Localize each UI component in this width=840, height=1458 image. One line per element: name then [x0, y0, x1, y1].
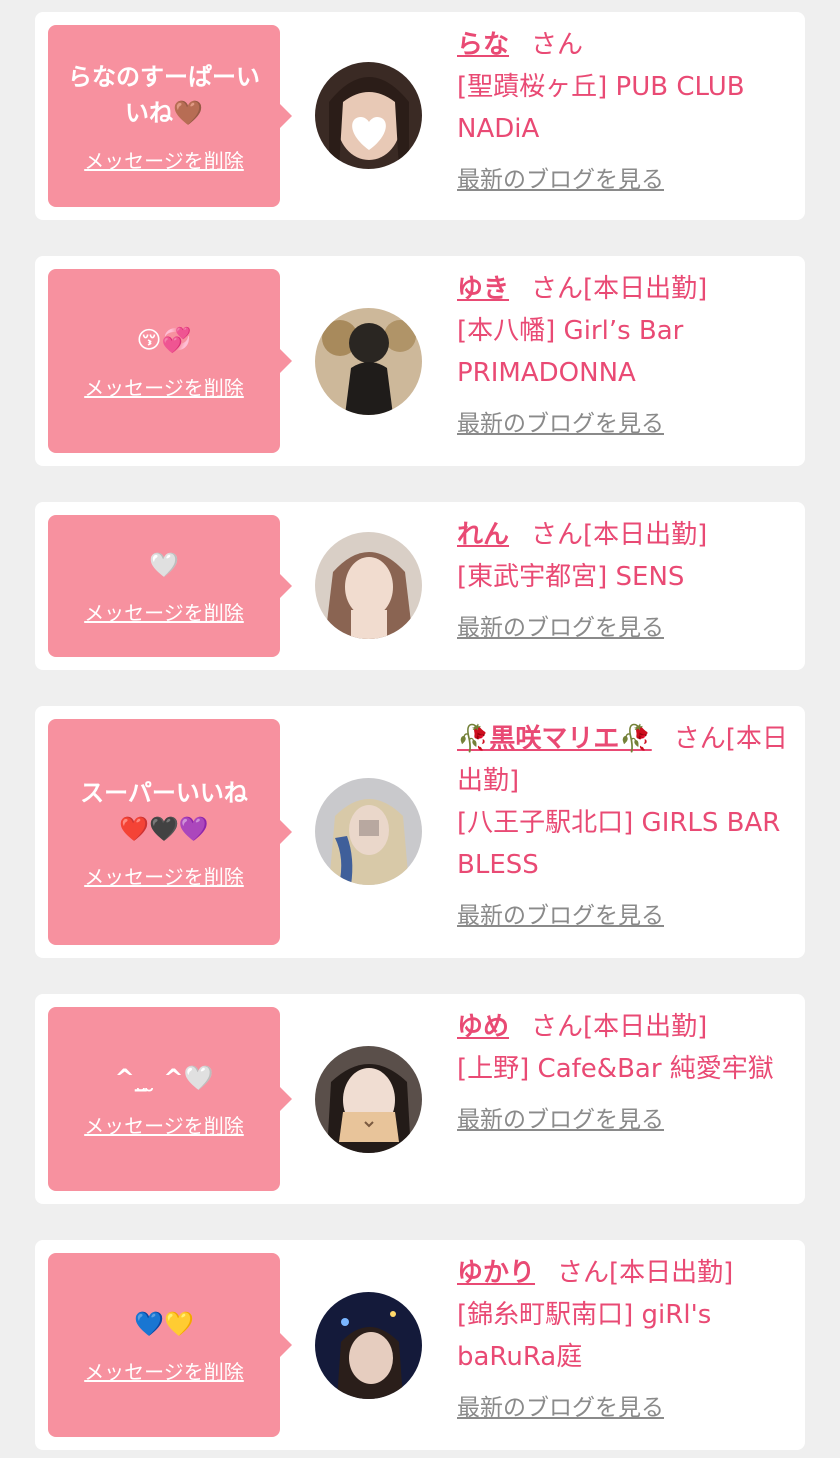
- cast-info: ゆめ さん[本日出勤] [上野] Cafe&Bar 純愛牢獄 最新のブログを見る: [457, 1006, 797, 1134]
- delete-message-link[interactable]: メッセージを削除: [84, 145, 244, 174]
- cast-info: れん さん[本日出勤] [東武宇都宮] SENS 最新のブログを見る: [457, 514, 797, 642]
- message-text: 🤍: [149, 550, 179, 579]
- message-text: スーパーいいね ❤️🖤💜: [80, 778, 248, 843]
- name-suffix: さん: [531, 30, 584, 60]
- latest-blog-link[interactable]: 最新のブログを見る: [457, 608, 664, 642]
- message-text: 😚💞: [136, 325, 192, 354]
- delete-message-link[interactable]: メッセージを削除: [84, 1110, 244, 1139]
- avatar[interactable]: [315, 532, 422, 639]
- name-suffix: さん[本日出勤]: [531, 1012, 708, 1042]
- name-suffix: さん[本日出勤]: [531, 520, 708, 550]
- latest-blog-link[interactable]: 最新のブログを見る: [457, 1388, 664, 1422]
- message-text: らなのすーぱーいいね🤎: [68, 62, 260, 127]
- like-message-list: らなのすーぱーいいね🤎 メッセージを削除 らな さん [聖蹟桜ヶ丘] PUB CL…: [0, 0, 840, 1458]
- like-card: 💙💛 メッセージを削除 ゆかり さん[本日出勤] [錦糸町駅南口] giRl's …: [35, 1240, 805, 1450]
- cast-info: ゆき さん[本日出勤] [本八幡] Girl’s Bar PRIMADONNA 最…: [457, 268, 797, 438]
- cast-info: 🥀黒咲マリエ🥀 さん[本日出勤] [八王子駅北口] GIRLS BAR BLESS…: [457, 718, 797, 930]
- avatar[interactable]: [315, 1046, 422, 1153]
- cast-name-link[interactable]: 🥀黒咲マリエ🥀: [457, 724, 652, 754]
- avatar[interactable]: [315, 308, 422, 415]
- cast-info: らな さん [聖蹟桜ヶ丘] PUB CLUB NADiA 最新のブログを見る: [457, 24, 797, 194]
- name-line: ゆめ さん[本日出勤]: [457, 1006, 797, 1048]
- delete-message-link[interactable]: メッセージを削除: [84, 861, 244, 890]
- message-text: 💙💛: [134, 1309, 194, 1338]
- latest-blog-link[interactable]: 最新のブログを見る: [457, 404, 664, 438]
- name-line: 🥀黒咲マリエ🥀 さん[本日出勤]: [457, 718, 797, 802]
- avatar[interactable]: [315, 1292, 422, 1399]
- message-bubble: ^_̮ ̮ ^🤍 メッセージを削除: [48, 1007, 292, 1191]
- shop-name: [東武宇都宮] SENS: [457, 562, 685, 592]
- name-line: らな さん: [457, 24, 797, 66]
- like-card: ^_̮ ̮ ^🤍 メッセージを削除 ゆめ さん[本日出勤] [上野] Cafe&B…: [35, 994, 805, 1204]
- name-suffix: さん[本日出勤]: [531, 274, 708, 304]
- shop-name: [錦糸町駅南口] giRl's baRuRa庭: [457, 1300, 712, 1372]
- avatar[interactable]: [315, 778, 422, 885]
- message-bubble: 💙💛 メッセージを削除: [48, 1253, 292, 1437]
- delete-message-link[interactable]: メッセージを削除: [84, 1356, 244, 1385]
- name-suffix: さん[本日出勤]: [557, 1258, 734, 1288]
- cast-name-link[interactable]: れん: [457, 520, 509, 550]
- shop-name: [聖蹟桜ヶ丘] PUB CLUB NADiA: [457, 72, 745, 144]
- cast-name-link[interactable]: ゆめ: [457, 1012, 509, 1042]
- like-card: 🤍 メッセージを削除 れん さん[本日出勤] [東武宇都宮] SENS 最新のブロ…: [35, 502, 805, 670]
- avatar[interactable]: [315, 62, 422, 169]
- latest-blog-link[interactable]: 最新のブログを見る: [457, 1100, 664, 1134]
- message-bubble: らなのすーぱーいいね🤎 メッセージを削除: [48, 25, 292, 207]
- name-line: ゆき さん[本日出勤]: [457, 268, 797, 310]
- shop-name: [本八幡] Girl’s Bar PRIMADONNA: [457, 316, 684, 388]
- message-bubble: スーパーいいね ❤️🖤💜 メッセージを削除: [48, 719, 292, 945]
- name-line: れん さん[本日出勤]: [457, 514, 797, 556]
- cast-name-link[interactable]: らな: [457, 30, 509, 60]
- shop-name: [上野] Cafe&Bar 純愛牢獄: [457, 1054, 774, 1084]
- shop-name: [八王子駅北口] GIRLS BAR BLESS: [457, 808, 781, 880]
- cast-info: ゆかり さん[本日出勤] [錦糸町駅南口] giRl's baRuRa庭 最新のブ…: [457, 1252, 797, 1422]
- message-bubble: 😚💞 メッセージを削除: [48, 269, 292, 453]
- message-bubble: 🤍 メッセージを削除: [48, 515, 292, 657]
- like-card: スーパーいいね ❤️🖤💜 メッセージを削除 🥀黒咲マリエ🥀 さん[本日出勤] [八…: [35, 706, 805, 958]
- delete-message-link[interactable]: メッセージを削除: [84, 597, 244, 626]
- latest-blog-link[interactable]: 最新のブログを見る: [457, 160, 664, 194]
- delete-message-link[interactable]: メッセージを削除: [84, 372, 244, 401]
- cast-name-link[interactable]: ゆき: [457, 274, 509, 304]
- like-card: らなのすーぱーいいね🤎 メッセージを削除 らな さん [聖蹟桜ヶ丘] PUB CL…: [35, 12, 805, 220]
- message-text: ^_̮ ̮ ^🤍: [114, 1063, 214, 1092]
- cast-name-link[interactable]: ゆかり: [457, 1258, 535, 1288]
- name-line: ゆかり さん[本日出勤]: [457, 1252, 797, 1294]
- like-card: 😚💞 メッセージを削除 ゆき さん[本日出勤] [本八幡] Girl’s Bar …: [35, 256, 805, 466]
- latest-blog-link[interactable]: 最新のブログを見る: [457, 896, 664, 930]
